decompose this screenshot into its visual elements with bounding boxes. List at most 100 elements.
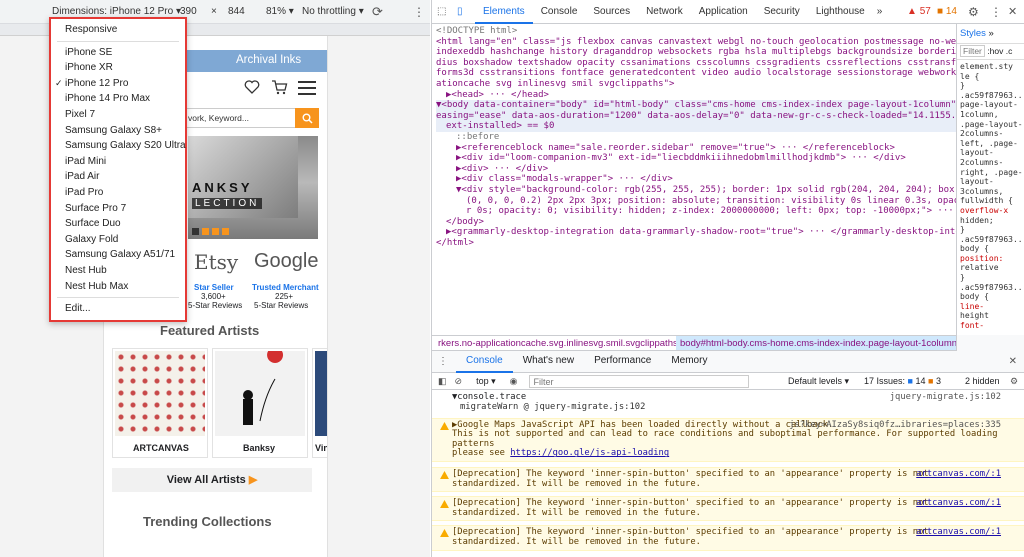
- console-filter-input[interactable]: Filter: [529, 374, 750, 388]
- style-rule-line[interactable]: body {: [960, 292, 1022, 302]
- tab-console[interactable]: Console: [533, 0, 586, 24]
- style-rule-line[interactable]: .ac59f87963...: [960, 235, 1024, 245]
- style-rule-line[interactable]: font-: [960, 321, 1022, 331]
- device-menu-item[interactable]: Edit...: [51, 301, 185, 317]
- view-all-artists-button[interactable]: View All Artists ▶: [112, 468, 312, 492]
- device-menu-item[interactable]: Pixel 7: [51, 107, 185, 123]
- dom-node-line[interactable]: ▶<div id="loom-companion-mv3" ext-id="li…: [436, 153, 956, 164]
- dom-node-line[interactable]: ationcache svg inlinesvg smil svgclippat…: [436, 79, 956, 90]
- dom-node-line[interactable]: ▶<div class="modals-wrapper"> ··· </div>: [436, 174, 956, 185]
- device-menu-item[interactable]: Surface Pro 7: [51, 201, 185, 217]
- context-select[interactable]: top ▾: [476, 376, 496, 387]
- device-menu-item[interactable]: Nest Hub Max: [51, 279, 185, 295]
- menu-icon[interactable]: [298, 81, 316, 98]
- style-rule-line[interactable]: 2columns-: [960, 129, 1022, 139]
- dom-node-line[interactable]: r 0s; opacity: 0; visibility: hidden; z-…: [436, 206, 956, 217]
- device-menu-item[interactable]: iPhone 14 Pro Max: [51, 91, 185, 107]
- heart-icon[interactable]: [244, 79, 260, 98]
- style-rule-line[interactable]: .page-layout-: [960, 120, 1023, 130]
- tab-network[interactable]: Network: [638, 0, 691, 24]
- dom-node-line[interactable]: (0, 0, 0, 0.2) 2px 2px 3px; position: ab…: [436, 196, 956, 207]
- search-input[interactable]: vork, Keyword...: [188, 113, 249, 123]
- tab-security[interactable]: Security: [756, 0, 808, 24]
- width-field[interactable]: 390: [180, 6, 197, 17]
- tab-elements[interactable]: Elements: [475, 0, 533, 24]
- style-rule-line[interactable]: }: [960, 273, 1022, 283]
- dom-node-line[interactable]: forms3d csstransitions fontface generate…: [436, 68, 956, 79]
- style-rule-line[interactable]: left, .page-: [960, 139, 1022, 149]
- settings-icon[interactable]: ⚙: [968, 5, 979, 19]
- artist-card[interactable]: ARTCANVAS: [112, 348, 208, 458]
- device-menu-item[interactable]: Samsung Galaxy S20 Ultra: [51, 138, 186, 154]
- warning-link[interactable]: https://goo.gle/js-api-loading: [510, 448, 669, 459]
- styles-scrollbar[interactable]: [956, 335, 1024, 351]
- dom-node-line[interactable]: ▶<referenceblock name="sale.reorder.side…: [436, 143, 956, 154]
- device-menu-item[interactable]: Samsung Galaxy A51/71: [51, 247, 185, 263]
- console-prompt[interactable]: ›: [432, 551, 1024, 557]
- dom-node-line[interactable]: ▶<head> ··· </head>: [436, 90, 956, 101]
- trace-source[interactable]: jquery-migrate.js:102: [890, 392, 1001, 403]
- issues-counter[interactable]: 17 Issues: ■ 14 ■ 3: [864, 376, 941, 386]
- device-menu-item[interactable]: Nest Hub: [51, 263, 185, 279]
- deprecation-source[interactable]: artcanvas.com/:1: [916, 528, 1001, 538]
- drawer-tab-console[interactable]: Console: [456, 351, 513, 373]
- style-rule-line[interactable]: element.sty: [960, 62, 1022, 72]
- close-drawer-icon[interactable]: ✕: [1009, 356, 1017, 367]
- style-rule-line[interactable]: 3columns,: [960, 187, 1022, 197]
- tab-application[interactable]: Application: [691, 0, 756, 24]
- style-rule-line[interactable]: page-layout-: [960, 100, 1022, 110]
- styles-tab[interactable]: Styles: [960, 28, 986, 39]
- drawer-tab-performance[interactable]: Performance: [584, 351, 661, 373]
- log-levels-select[interactable]: Default levels ▾: [788, 376, 849, 387]
- device-menu-item[interactable]: iPad Pro: [51, 185, 185, 201]
- throttle-select[interactable]: No throttling ▾: [302, 6, 364, 17]
- dom-node-line[interactable]: ▶<div> ··· </div>: [436, 164, 956, 175]
- style-rule-line[interactable]: 2columns-: [960, 158, 1022, 168]
- style-rule-line[interactable]: le {: [960, 72, 1022, 82]
- eye-icon[interactable]: ◉: [510, 376, 518, 387]
- dom-node-line[interactable]: ▼<div style="background-color: rgb(255, …: [436, 185, 956, 196]
- nav-item-archival[interactable]: Archival Inks: [236, 54, 301, 66]
- dom-node-line[interactable]: <html lang="en" class="js flexbox canvas…: [436, 37, 956, 48]
- device-toggle-icon[interactable]: ▯: [457, 6, 471, 17]
- style-rule-line[interactable]: layout-: [960, 177, 1022, 187]
- styles-filter[interactable]: Filter: [960, 45, 985, 57]
- device-menu-item[interactable]: Surface Duo: [51, 216, 185, 232]
- device-menu-item[interactable]: iPad Air: [51, 169, 185, 185]
- style-rule-line[interactable]: hidden;: [960, 216, 1022, 226]
- console-settings-icon[interactable]: ⚙: [1010, 376, 1018, 387]
- device-menu-item[interactable]: iPad Mini: [51, 154, 185, 170]
- dom-node-line[interactable]: dius boxshadow textshadow opacity cssani…: [436, 58, 956, 69]
- device-menu-item[interactable]: iPhone SE: [51, 45, 185, 61]
- trace-label[interactable]: ▼console.trace: [452, 392, 526, 402]
- dom-node-line[interactable]: ▼<body data-container="body" id="html-bo…: [436, 100, 956, 111]
- style-rule-line[interactable]: .ac59f87963...: [960, 91, 1024, 101]
- style-rule-line[interactable]: }: [960, 81, 1022, 91]
- artist-card[interactable]: Vin: [312, 348, 327, 458]
- breadcrumb-right[interactable]: body#html-body.cms-home.cms-index-index.…: [676, 336, 956, 350]
- style-rule-line[interactable]: fullwidth {: [960, 196, 1022, 206]
- more-tabs-button[interactable]: »: [877, 6, 883, 17]
- deprecation-source[interactable]: artcanvas.com/:1: [916, 469, 1001, 480]
- device-menu-item[interactable]: Samsung Galaxy S8+: [51, 123, 185, 139]
- style-rule-line[interactable]: }: [960, 225, 1022, 235]
- style-rule-line[interactable]: relative: [960, 263, 1022, 273]
- inspect-icon[interactable]: ⬚: [437, 6, 451, 17]
- device-menu-item[interactable]: Responsive: [51, 22, 185, 38]
- drawer-menu-icon[interactable]: ⋮: [438, 356, 448, 367]
- tab-lighthouse[interactable]: Lighthouse: [808, 0, 873, 24]
- dom-node-line[interactable]: </html>: [436, 238, 956, 249]
- carousel-dot[interactable]: [192, 228, 199, 235]
- hov-toggle[interactable]: :hov: [987, 46, 1003, 56]
- dom-node-line[interactable]: <!DOCTYPE html>: [436, 26, 956, 37]
- style-rule-line[interactable]: position:: [960, 254, 1022, 264]
- height-field[interactable]: 844: [228, 6, 245, 17]
- device-menu-item[interactable]: iPhone XR: [51, 60, 185, 76]
- breadcrumb-left[interactable]: rkers.no-applicationcache.svg.inlinesvg.…: [432, 338, 678, 349]
- warn-badge[interactable]: ■ 14: [937, 6, 957, 17]
- deprecation-source[interactable]: artcanvas.com/:1: [916, 499, 1001, 509]
- clear-console-icon[interactable]: ⊘: [455, 376, 463, 387]
- tab-sources[interactable]: Sources: [585, 0, 638, 24]
- drawer-tab-what-s-new[interactable]: What's new: [513, 351, 584, 373]
- cart-icon[interactable]: [271, 79, 288, 98]
